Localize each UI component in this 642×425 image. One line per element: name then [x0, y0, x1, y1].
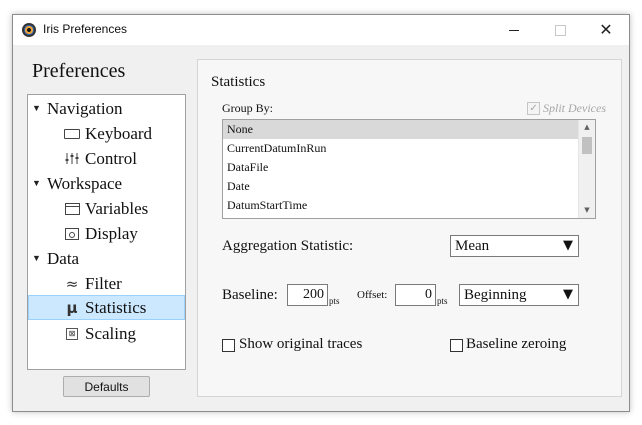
tree-item-statistics[interactable]: μ Statistics	[28, 295, 185, 320]
tree-item-variables[interactable]: Variables	[28, 196, 185, 221]
dropdown-arrow-icon: ▼	[563, 287, 573, 302]
variables-icon	[64, 202, 80, 216]
offset-input[interactable]: 0	[395, 284, 436, 306]
list-item[interactable]: None	[223, 120, 579, 139]
baseline-unit: pts	[329, 296, 340, 306]
baseline-input[interactable]: 200	[287, 284, 328, 306]
tree-item-display[interactable]: Display	[28, 221, 185, 246]
close-button[interactable]: ✕	[583, 15, 629, 45]
tree-item-label: Display	[85, 224, 138, 243]
tree-group-data[interactable]: ▼ Data	[28, 246, 185, 271]
tree-group-label: Navigation	[47, 99, 123, 118]
group-by-label: Group By:	[222, 101, 273, 115]
panel-title: Statistics	[211, 74, 266, 90]
title-bar[interactable]: Iris Preferences ✕	[13, 15, 629, 45]
iris-app-icon	[22, 23, 36, 37]
scroll-down-icon[interactable]: ▼	[579, 203, 595, 218]
list-item[interactable]: Date	[223, 177, 579, 196]
baseline-position-value: Beginning	[464, 287, 527, 303]
show-original-traces-checkbox[interactable]	[222, 339, 235, 352]
show-original-traces-label[interactable]: Show original traces	[239, 336, 362, 353]
list-item[interactable]: DatumStartTime	[223, 196, 579, 215]
aggregation-value: Mean	[455, 238, 490, 254]
checkmark-icon: ✓	[527, 102, 541, 115]
minimize-button[interactable]	[491, 15, 537, 45]
window-title: Iris Preferences	[43, 22, 128, 36]
close-icon: ✕	[599, 20, 613, 39]
offset-label: Offset:	[357, 289, 388, 301]
aggregation-statistic-label: Aggregation Statistic:	[222, 238, 354, 254]
maximize-button	[537, 15, 583, 45]
dropdown-arrow-icon: ▼	[563, 238, 573, 253]
minimize-icon	[509, 29, 519, 31]
tree-item-keyboard[interactable]: Keyboard	[28, 121, 185, 146]
split-devices-label: Split Devices	[543, 101, 606, 115]
tree-group-workspace[interactable]: ▼ Workspace	[28, 171, 185, 196]
split-devices-checkbox: ✓ Split Devices	[527, 101, 606, 116]
tree-group-label: Workspace	[47, 174, 123, 193]
tree-group-navigation[interactable]: ▼ Navigation	[28, 96, 185, 121]
scroll-thumb[interactable]	[582, 137, 592, 154]
tree-item-control[interactable]: Control	[28, 146, 185, 171]
caret-down-icon[interactable]: ▼	[32, 246, 42, 271]
statistics-panel: Statistics Group By: ✓ Split Devices Non…	[197, 59, 622, 397]
preferences-window: Iris Preferences ✕ Preferences ▼ Navigat…	[12, 14, 630, 412]
list-scrollbar[interactable]: ▲ ▼	[578, 120, 595, 218]
list-item[interactable]: CurrentDatumInRun	[223, 139, 579, 158]
tree-item-label: Filter	[85, 274, 122, 293]
defaults-button[interactable]: Defaults	[63, 376, 150, 397]
baseline-zeroing-checkbox[interactable]	[450, 339, 463, 352]
preferences-tree[interactable]: ▼ Navigation Keyboard Control ▼ Workspac…	[27, 94, 186, 370]
tree-item-label: Variables	[85, 199, 149, 218]
filter-wave-icon: ≈	[65, 275, 79, 293]
mu-icon: μ	[66, 299, 78, 317]
caret-down-icon[interactable]: ▼	[32, 96, 42, 121]
sliders-icon	[64, 152, 80, 166]
scaling-icon: ⊠	[64, 327, 80, 341]
scroll-up-icon[interactable]: ▲	[579, 120, 595, 135]
keyboard-icon	[64, 127, 80, 141]
maximize-icon	[554, 24, 566, 36]
tree-item-label: Keyboard	[85, 124, 153, 143]
display-icon	[64, 227, 80, 241]
tree-group-label: Data	[47, 249, 80, 268]
baseline-position-select[interactable]: Beginning ▼	[459, 284, 579, 306]
offset-unit: pts	[437, 296, 448, 306]
baseline-label: Baseline:	[222, 287, 278, 303]
preferences-heading: Preferences	[32, 60, 126, 82]
tree-item-label: Control	[85, 149, 137, 168]
tree-item-label: Statistics	[85, 298, 147, 317]
baseline-zeroing-label[interactable]: Baseline zeroing	[466, 336, 566, 353]
tree-item-filter[interactable]: ≈ Filter	[28, 271, 185, 296]
aggregation-statistic-select[interactable]: Mean ▼	[450, 235, 579, 257]
tree-item-scaling[interactable]: ⊠ Scaling	[28, 321, 185, 346]
list-item[interactable]: DataFile	[223, 158, 579, 177]
group-by-list[interactable]: None CurrentDatumInRun DataFile Date Dat…	[222, 119, 596, 219]
tree-item-label: Scaling	[85, 324, 136, 343]
caret-down-icon[interactable]: ▼	[32, 171, 42, 196]
